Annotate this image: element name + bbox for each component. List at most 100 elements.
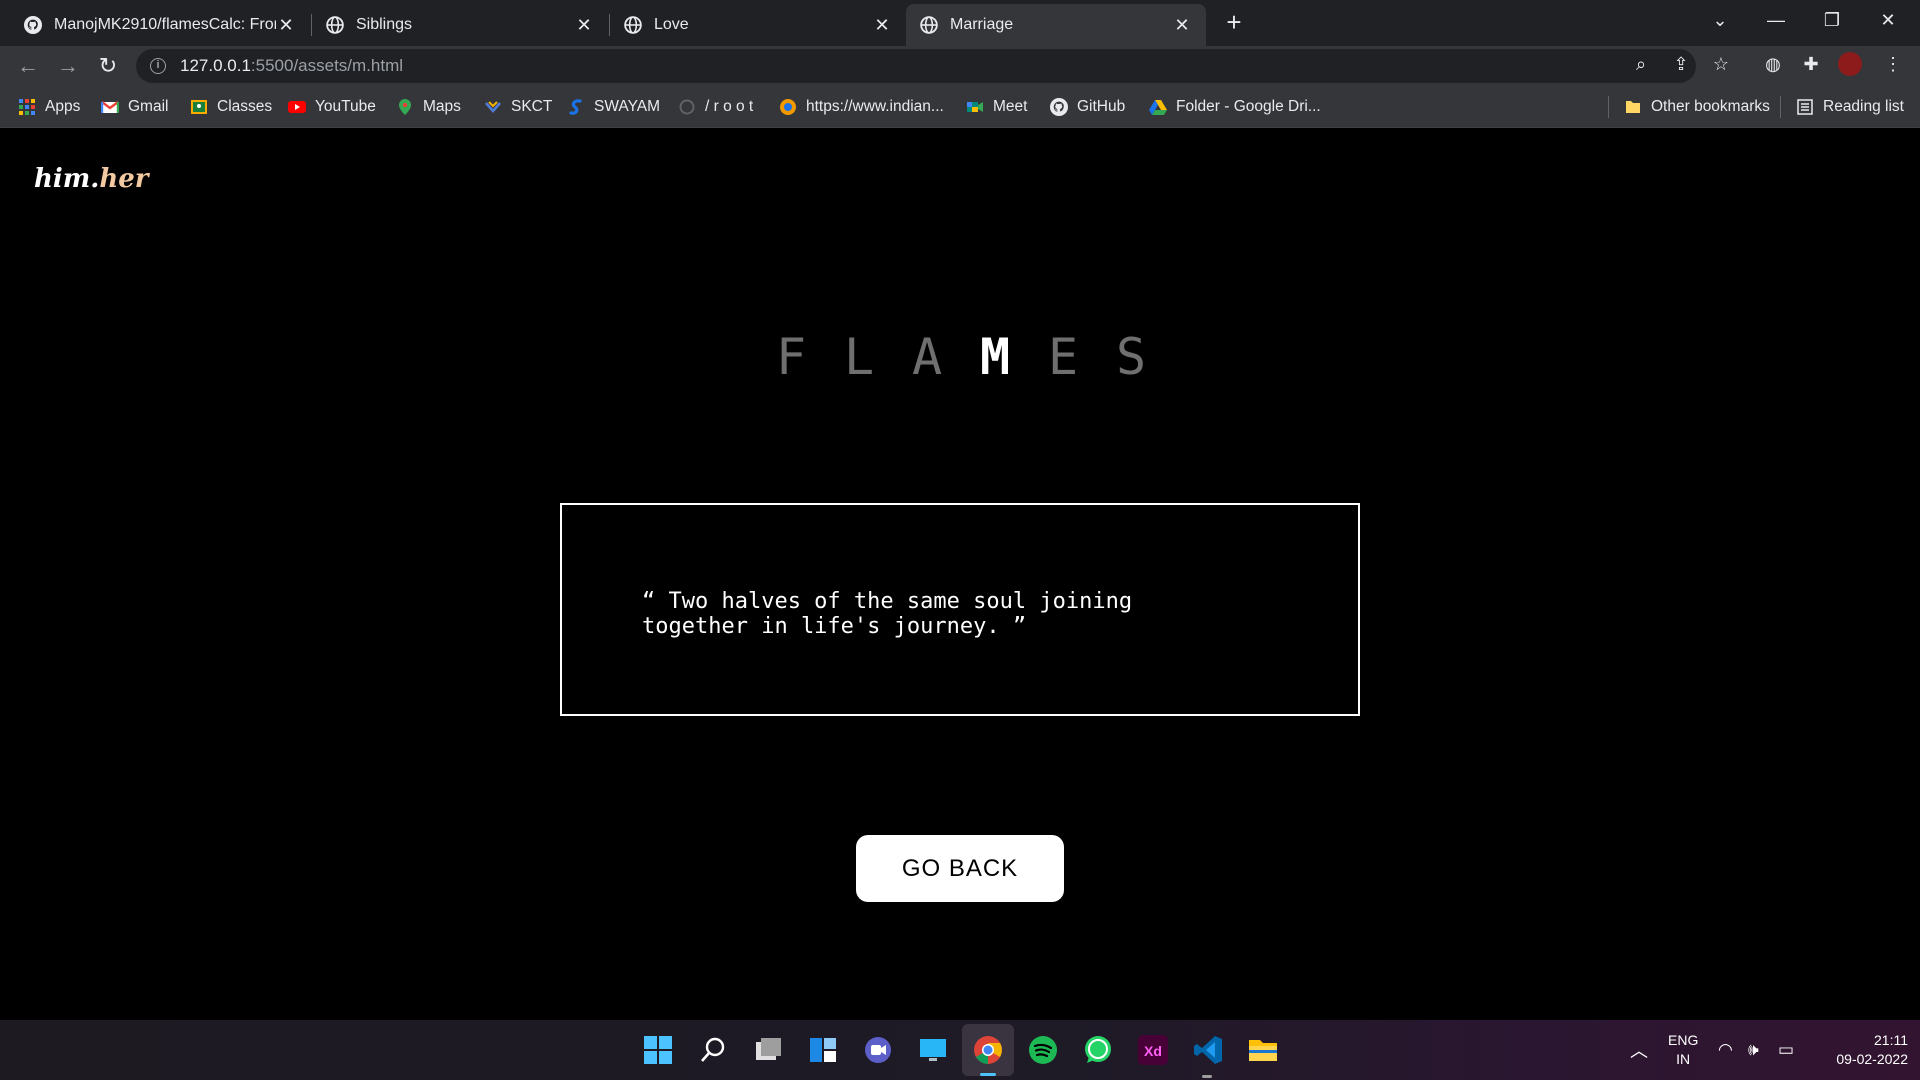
flames-title: F L A M E S <box>760 328 1160 398</box>
reading-list-button[interactable]: Reading list <box>1796 94 1904 120</box>
skct-icon <box>485 101 501 113</box>
site-logo[interactable]: him.her <box>34 164 149 194</box>
globe-icon <box>920 16 938 34</box>
root-icon <box>679 99 695 115</box>
logo-main: him. <box>34 164 100 194</box>
chrome-icon[interactable] <box>972 1034 1004 1066</box>
clock-time: 21:11 <box>1874 1032 1908 1048</box>
svg-text:Xd: Xd <box>1144 1043 1162 1059</box>
share-icon[interactable]: ⇪ <box>1668 51 1694 77</box>
flames-letter-m-highlighted: M <box>980 328 1011 386</box>
globe-icon <box>326 16 344 34</box>
other-bookmarks-label: Other bookmarks <box>1651 98 1770 115</box>
clock-date: 09-02-2022 <box>1836 1051 1908 1067</box>
bookmark-apps[interactable]: Apps <box>18 94 80 120</box>
bookmark-maps[interactable]: Maps <box>396 94 461 120</box>
swayam-icon <box>569 99 582 115</box>
zoom-icon[interactable]: ⌕ <box>1628 51 1654 77</box>
close-window-button[interactable]: ✕ <box>1864 4 1912 36</box>
clock[interactable]: 21:11 09-02-2022 <box>1812 1020 1908 1080</box>
url-host: 127.0.0.1 <box>180 56 251 75</box>
tab-github[interactable]: ManojMK2910/flamesCalc: Front ✕ <box>10 4 310 46</box>
vscode-icon[interactable] <box>1192 1034 1224 1066</box>
task-view-icon[interactable] <box>752 1034 784 1066</box>
other-bookmarks-folder[interactable]: Other bookmarks <box>1624 94 1770 120</box>
profile-avatar[interactable] <box>1838 52 1862 76</box>
menu-kebab-icon[interactable]: ⋮ <box>1880 51 1906 77</box>
globe-icon <box>624 16 642 34</box>
youtube-icon <box>288 101 306 113</box>
bookmark-drive-folder[interactable]: Folder - Google Dri... <box>1149 94 1321 120</box>
bookmark-label: Apps <box>45 98 81 115</box>
spotify-icon[interactable] <box>1027 1034 1059 1066</box>
reload-icon[interactable]: ↻ <box>94 52 122 80</box>
bookmark-star-icon[interactable]: ☆ <box>1708 51 1734 77</box>
classroom-icon <box>191 100 207 114</box>
search-icon[interactable] <box>697 1034 729 1066</box>
gmail-icon <box>101 101 119 113</box>
language-indicator[interactable]: ENG IN <box>1668 1020 1698 1080</box>
bookmark-youtube[interactable]: YouTube <box>288 94 376 120</box>
close-tab-icon[interactable]: ✕ <box>574 15 594 36</box>
maps-icon <box>399 99 411 115</box>
bookmarks-divider <box>1780 96 1781 118</box>
forward-arrow-icon[interactable]: → <box>54 52 82 80</box>
bookmark-swayam[interactable]: SWAYAM <box>567 94 660 120</box>
bookmark-gmail[interactable]: Gmail <box>101 94 168 120</box>
tab-search-chevron-icon[interactable]: ⌄ <box>1696 4 1744 36</box>
tray-overflow-chevron-icon[interactable]: ︿ <box>1630 1020 1648 1080</box>
tab-siblings[interactable]: Siblings ✕ <box>312 4 608 46</box>
remote-desktop-icon[interactable] <box>917 1034 949 1066</box>
address-bar[interactable]: i 127.0.0.1:5500/assets/m.html <box>136 49 1696 83</box>
tab-love[interactable]: Love ✕ <box>610 4 906 46</box>
extension-icon[interactable]: ◍ <box>1760 51 1786 77</box>
go-back-button[interactable]: GO BACK <box>856 835 1064 902</box>
bookmark-label: Gmail <box>128 98 169 115</box>
meet-icon <box>967 102 983 112</box>
new-tab-button[interactable]: + <box>1218 6 1250 38</box>
url-path: :5500/assets/m.html <box>250 56 404 75</box>
restore-button[interactable]: ❐ <box>1808 4 1856 36</box>
windows-start-icon[interactable] <box>642 1034 674 1066</box>
site-info-icon[interactable]: i <box>150 58 166 74</box>
bookmark-meet[interactable]: Meet <box>966 94 1027 120</box>
close-tab-icon[interactable]: ✕ <box>276 15 296 36</box>
battery-icon[interactable]: ▭ <box>1778 1020 1794 1080</box>
bookmark-label: YouTube <box>315 98 376 115</box>
adobe-xd-icon[interactable]: Xd <box>1137 1034 1169 1066</box>
tab-strip: ManojMK2910/flamesCalc: Front ✕ Siblings… <box>0 0 1920 46</box>
bookmark-classes[interactable]: Classes <box>190 94 272 120</box>
tab-title: Love <box>654 16 689 33</box>
bookmark-label: https://www.indian... <box>806 98 944 115</box>
file-explorer-icon[interactable] <box>1247 1034 1279 1066</box>
tab-title: Marriage <box>950 16 1014 33</box>
widgets-icon[interactable] <box>807 1034 839 1066</box>
bookmark-indian[interactable]: https://www.indian... <box>779 94 944 120</box>
bookmark-github[interactable]: GitHub <box>1050 94 1125 120</box>
indian-icon <box>780 99 796 115</box>
bookmark-label: / r o o t <box>705 98 754 115</box>
github-icon <box>24 16 42 34</box>
whatsapp-icon[interactable] <box>1082 1034 1114 1066</box>
bookmarks-bar: Apps Gmail Classes YouTube Maps SKCT SWA… <box>0 86 1920 128</box>
relationship-quote: “ Two halves of the same soul joining to… <box>642 589 1133 639</box>
minimize-button[interactable]: — <box>1752 4 1800 36</box>
quote-box: “ Two halves of the same soul joining to… <box>560 503 1360 716</box>
bookmark-skct[interactable]: SKCT <box>484 94 552 120</box>
page-content: him.her F L A M E S “ Two halves of the … <box>0 128 1920 1020</box>
bookmark-label: SKCT <box>511 98 553 115</box>
tab-marriage[interactable]: Marriage ✕ <box>906 4 1206 46</box>
bookmark-label: Meet <box>993 98 1028 115</box>
volume-icon[interactable]: 🕪 <box>1748 1020 1759 1080</box>
logo-accent: her <box>99 164 149 194</box>
drive-icon <box>1149 100 1167 115</box>
close-tab-icon[interactable]: ✕ <box>1172 15 1192 36</box>
tab-title: ManojMK2910/flamesCalc: Front <box>54 16 276 33</box>
extensions-puzzle-icon[interactable]: ✚ <box>1798 51 1824 77</box>
teams-chat-icon[interactable] <box>862 1034 894 1066</box>
bookmark-root[interactable]: / r o o t <box>678 94 753 120</box>
back-arrow-icon[interactable]: ← <box>14 52 42 80</box>
running-indicator <box>1202 1075 1212 1078</box>
wifi-icon[interactable]: ◠ <box>1718 1020 1733 1080</box>
close-tab-icon[interactable]: ✕ <box>872 15 892 36</box>
